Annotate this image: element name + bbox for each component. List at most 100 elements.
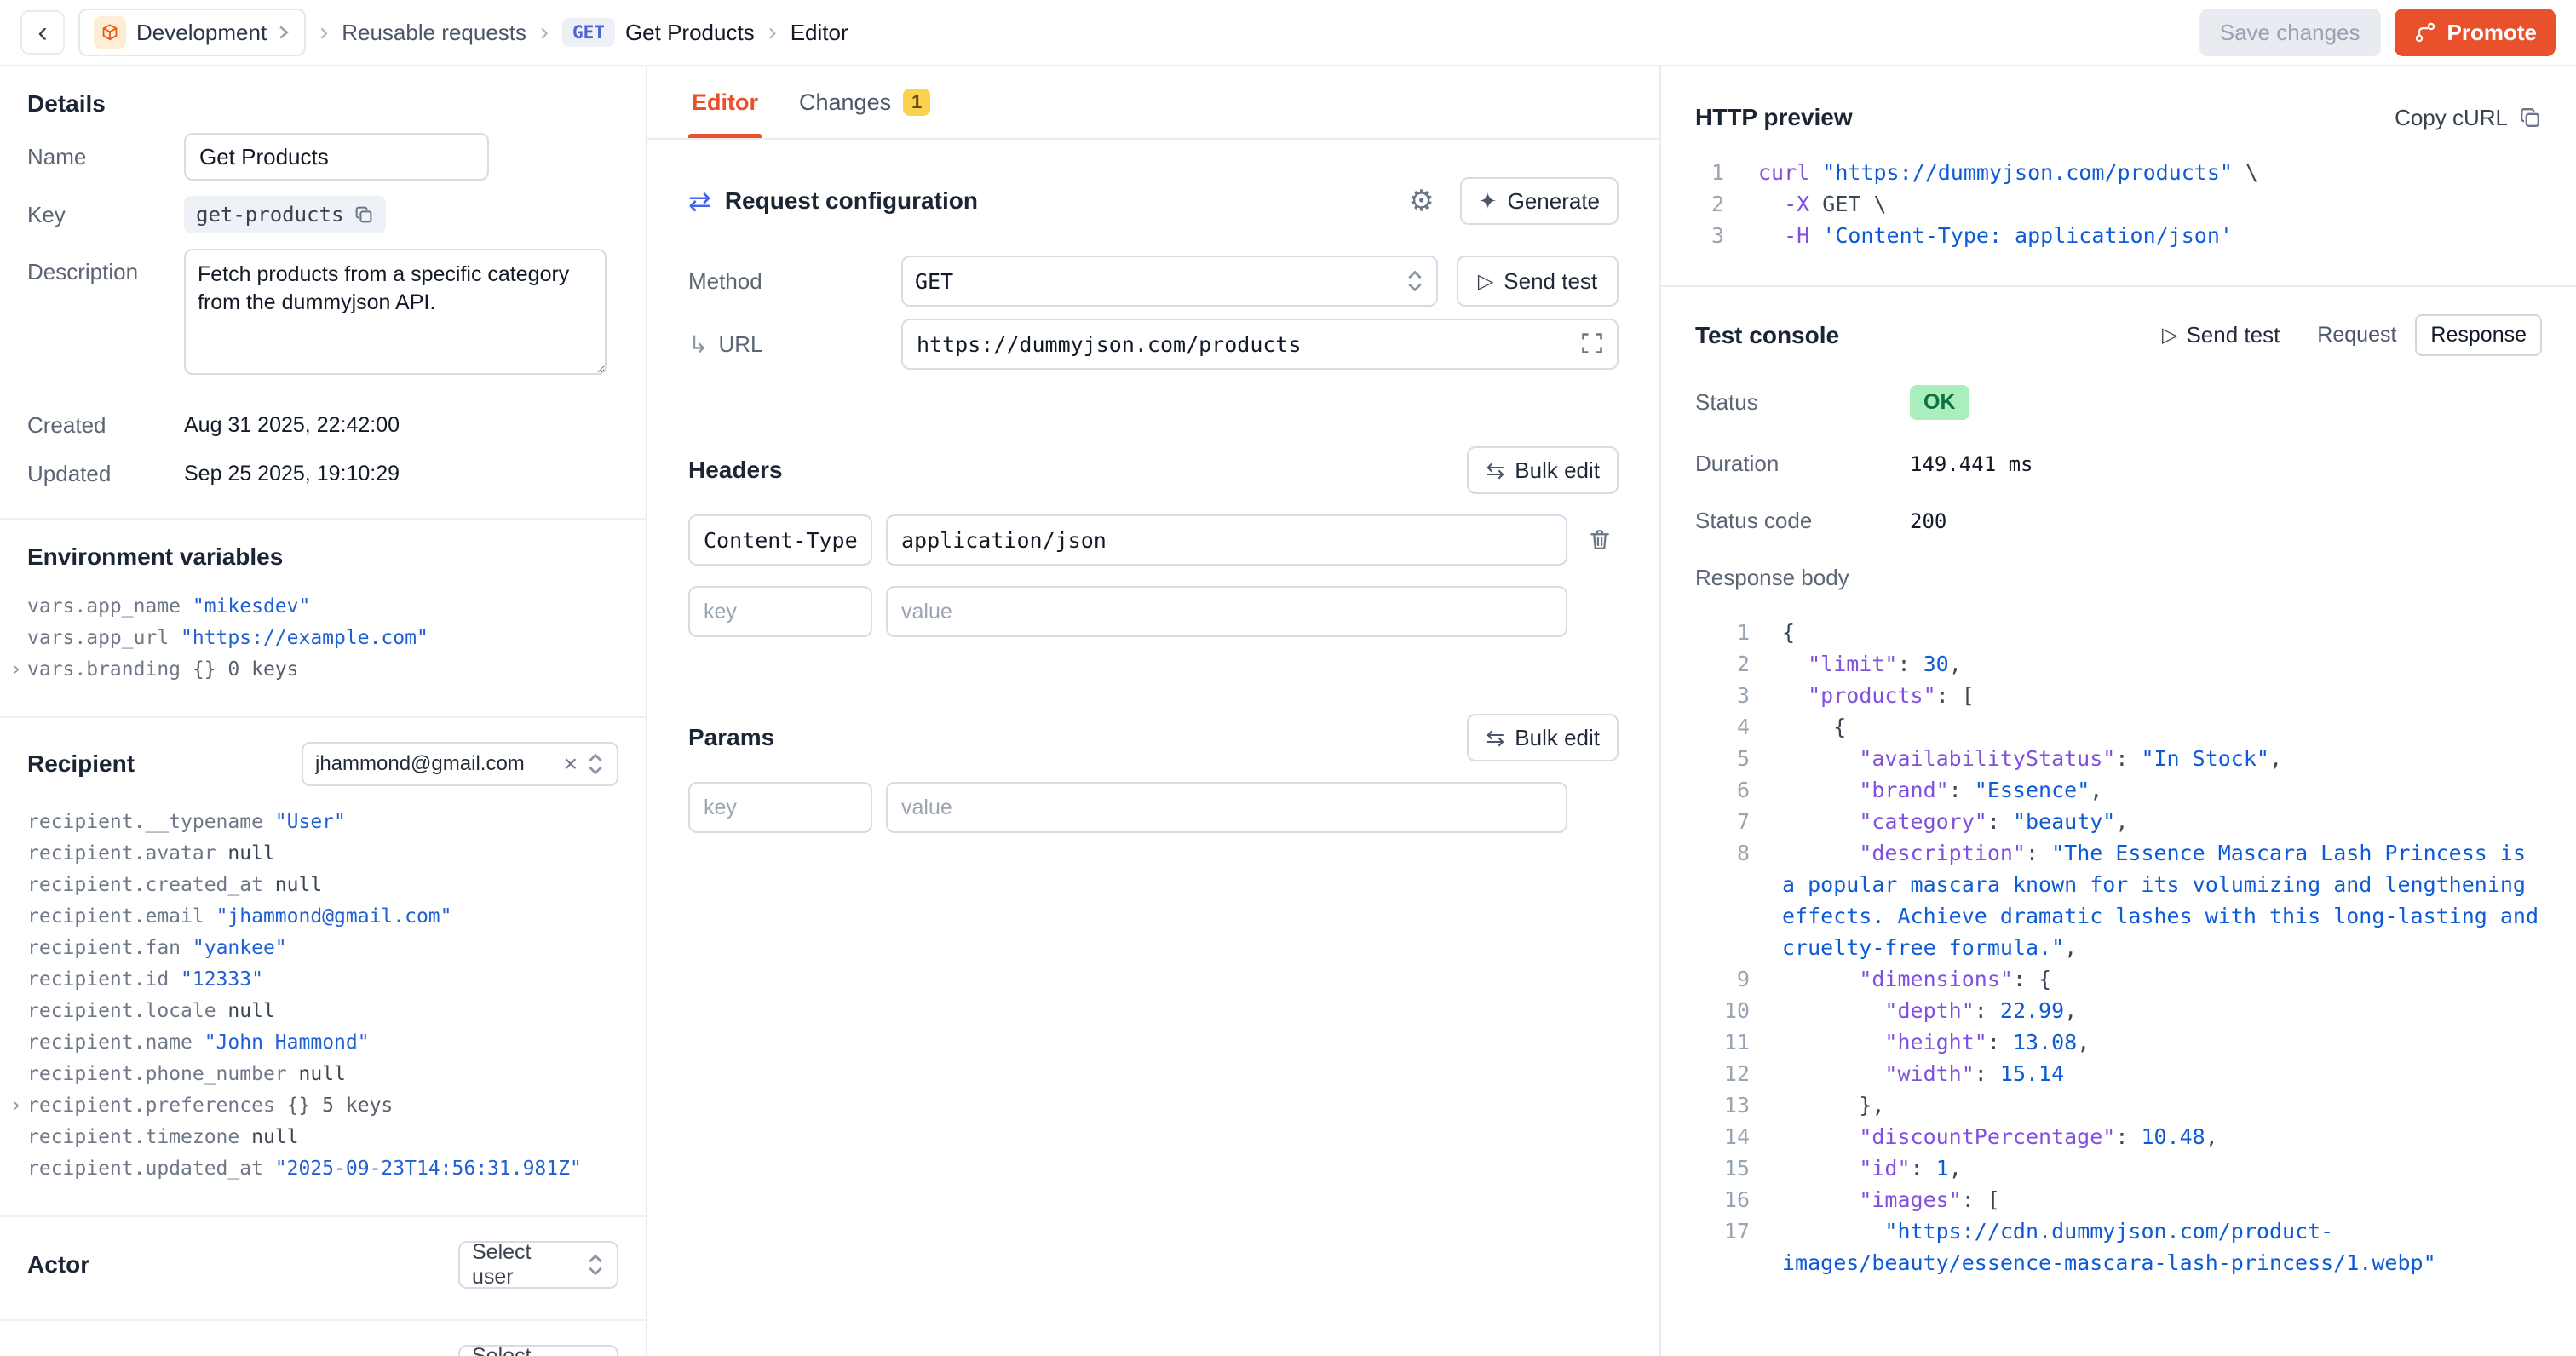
headers-bulk-edit-button[interactable]: ⇆ Bulk edit: [1467, 446, 1619, 494]
line-number: 11: [1695, 1026, 1750, 1058]
bulk-edit-icon: ⇆: [1486, 457, 1504, 484]
url-row: ↳ URL: [688, 319, 1619, 370]
breadcrumb-reusable-requests[interactable]: Reusable requests: [342, 20, 526, 46]
chevron-right-icon: [277, 21, 290, 43]
clear-recipient-icon[interactable]: ×: [564, 752, 578, 776]
kv-key: recipient.id: [27, 968, 181, 991]
editor-tabbar: Editor Changes 1: [647, 66, 1659, 140]
kv-key: recipient.email: [27, 905, 216, 928]
expand-chevron-icon[interactable]: ›: [10, 654, 22, 686]
response-body: 1{2 "limit": 30,3 "products": [4 {5 "ava…: [1661, 617, 2576, 1278]
generate-button[interactable]: ✦ Generate: [1460, 177, 1619, 225]
updated-value: Sep 25 2025, 19:10:29: [184, 462, 400, 486]
delete-header-button[interactable]: [1581, 527, 1619, 553]
headers-title: Headers: [688, 457, 783, 484]
topbar: ‹ Development › Reusable requests › GET …: [0, 0, 2576, 66]
params-section: Params ⇆ Bulk edit: [688, 714, 1619, 833]
request-response-toggle: Request Response: [2303, 314, 2542, 356]
header-key-input[interactable]: [688, 514, 872, 566]
http-preview-header: HTTP preview Copy cURL: [1661, 66, 2576, 157]
actor-select-label: Select user: [472, 1240, 578, 1290]
status-label: Status: [1695, 389, 1910, 416]
environment-switcher[interactable]: Development: [78, 9, 306, 56]
editor-content: ⇄ Request configuration ⚙ ✦ Generate Met…: [647, 140, 1659, 1356]
send-test-label: Send test: [1504, 268, 1597, 295]
kv-key: recipient.updated_at: [27, 1158, 275, 1180]
kv-row: recipient.id "12333": [27, 964, 618, 996]
back-button[interactable]: ‹: [20, 10, 65, 55]
line-number: 13: [1695, 1089, 1750, 1121]
tenant-select[interactable]: Select tenant: [458, 1345, 618, 1356]
bulk-edit-label: Bulk edit: [1515, 725, 1600, 751]
created-row: Created Aug 31 2025, 22:42:00: [27, 412, 618, 439]
sparkle-icon: ✦: [1479, 188, 1498, 215]
code-line: 6 "brand": "Essence",: [1695, 774, 2545, 806]
kv-key: vars.app_url: [27, 627, 181, 649]
play-icon: ▷: [1478, 269, 1493, 294]
arrow-branch-icon: ↳: [688, 330, 708, 359]
kv-value: null: [275, 874, 322, 896]
request-tab[interactable]: Request: [2303, 316, 2410, 354]
copy-icon: [354, 204, 374, 225]
kv-value: "12333": [181, 968, 263, 991]
method-select[interactable]: GET: [901, 256, 1438, 307]
line-number: 3: [1695, 220, 1724, 251]
kv-row: recipient.avatar null: [27, 838, 618, 870]
play-icon: ▷: [2162, 323, 2177, 348]
key-value: get-products: [184, 196, 386, 233]
code-line: 12 "width": 15.14: [1695, 1058, 2545, 1089]
kv-value: null: [227, 842, 274, 865]
send-test-button[interactable]: ▷ Send test: [1457, 256, 1619, 307]
line-number: 1: [1695, 617, 1750, 648]
tab-changes[interactable]: Changes 1: [799, 66, 930, 138]
kv-row: recipient.name "John Hammond": [27, 1027, 618, 1059]
name-input[interactable]: [184, 133, 489, 181]
kv-value: "https://example.com": [181, 627, 428, 649]
params-title: Params: [688, 724, 774, 751]
actor-select[interactable]: Select user: [458, 1241, 618, 1289]
kv-row: recipient.email "jhammond@gmail.com": [27, 901, 618, 933]
recipient-select[interactable]: jhammond@gmail.com ×: [302, 742, 618, 786]
chevron-up-down-icon: [586, 1252, 605, 1278]
request-config-icon: ⇄: [688, 185, 711, 217]
save-changes-button[interactable]: Save changes: [2199, 9, 2381, 56]
console-send-test-button[interactable]: ▷ Send test: [2162, 322, 2280, 348]
header-value-input[interactable]: [886, 586, 1567, 637]
settings-gear-icon[interactable]: ⚙: [1408, 184, 1434, 218]
line-number: 3: [1695, 680, 1750, 711]
recipient-attributes-list: recipient.__typename "User"recipient.ava…: [27, 807, 618, 1185]
kv-key: recipient.phone_number: [27, 1063, 299, 1085]
line-number: 10: [1695, 995, 1750, 1026]
test-console-header: Test console ▷ Send test Request Respons…: [1661, 287, 2576, 380]
kv-row[interactable]: ›vars.branding {} 0 keys: [27, 654, 618, 686]
line-number: 7: [1695, 806, 1750, 837]
request-config-title: Request configuration: [725, 187, 1409, 215]
copy-curl-button[interactable]: Copy cURL: [2395, 105, 2542, 131]
param-value-input[interactable]: [886, 782, 1567, 833]
code-line: 1{: [1695, 617, 2545, 648]
kv-key: recipient.avatar: [27, 842, 227, 865]
status-code-value: 200: [1910, 509, 1946, 533]
kv-key: vars.branding: [27, 658, 193, 681]
tab-editor[interactable]: Editor: [692, 66, 758, 138]
response-tab[interactable]: Response: [2415, 314, 2542, 356]
changes-count-badge: 1: [903, 89, 930, 116]
expand-chevron-icon[interactable]: ›: [10, 1090, 22, 1122]
description-row: Description Fetch products from a specif…: [27, 249, 618, 375]
breadcrumb-request[interactable]: GET Get Products: [562, 18, 755, 47]
header-value-input[interactable]: [886, 514, 1567, 566]
details-title: Details: [27, 90, 618, 118]
promote-button[interactable]: Promote: [2395, 9, 2556, 56]
code-line: 8 "description": "The Essence Mascara La…: [1695, 837, 2545, 963]
actor-title: Actor: [27, 1251, 89, 1278]
description-input[interactable]: Fetch products from a specific category …: [184, 249, 607, 375]
params-bulk-edit-button[interactable]: ⇆ Bulk edit: [1467, 714, 1619, 761]
copy-key-button[interactable]: [354, 204, 374, 225]
url-input[interactable]: [901, 319, 1619, 370]
kv-row[interactable]: ›recipient.preferences {} 5 keys: [27, 1090, 618, 1122]
kv-key: recipient.created_at: [27, 874, 275, 896]
expand-icon[interactable]: [1579, 330, 1605, 356]
header-key-input[interactable]: [688, 586, 872, 637]
promote-label: Promote: [2447, 20, 2537, 46]
param-key-input[interactable]: [688, 782, 872, 833]
